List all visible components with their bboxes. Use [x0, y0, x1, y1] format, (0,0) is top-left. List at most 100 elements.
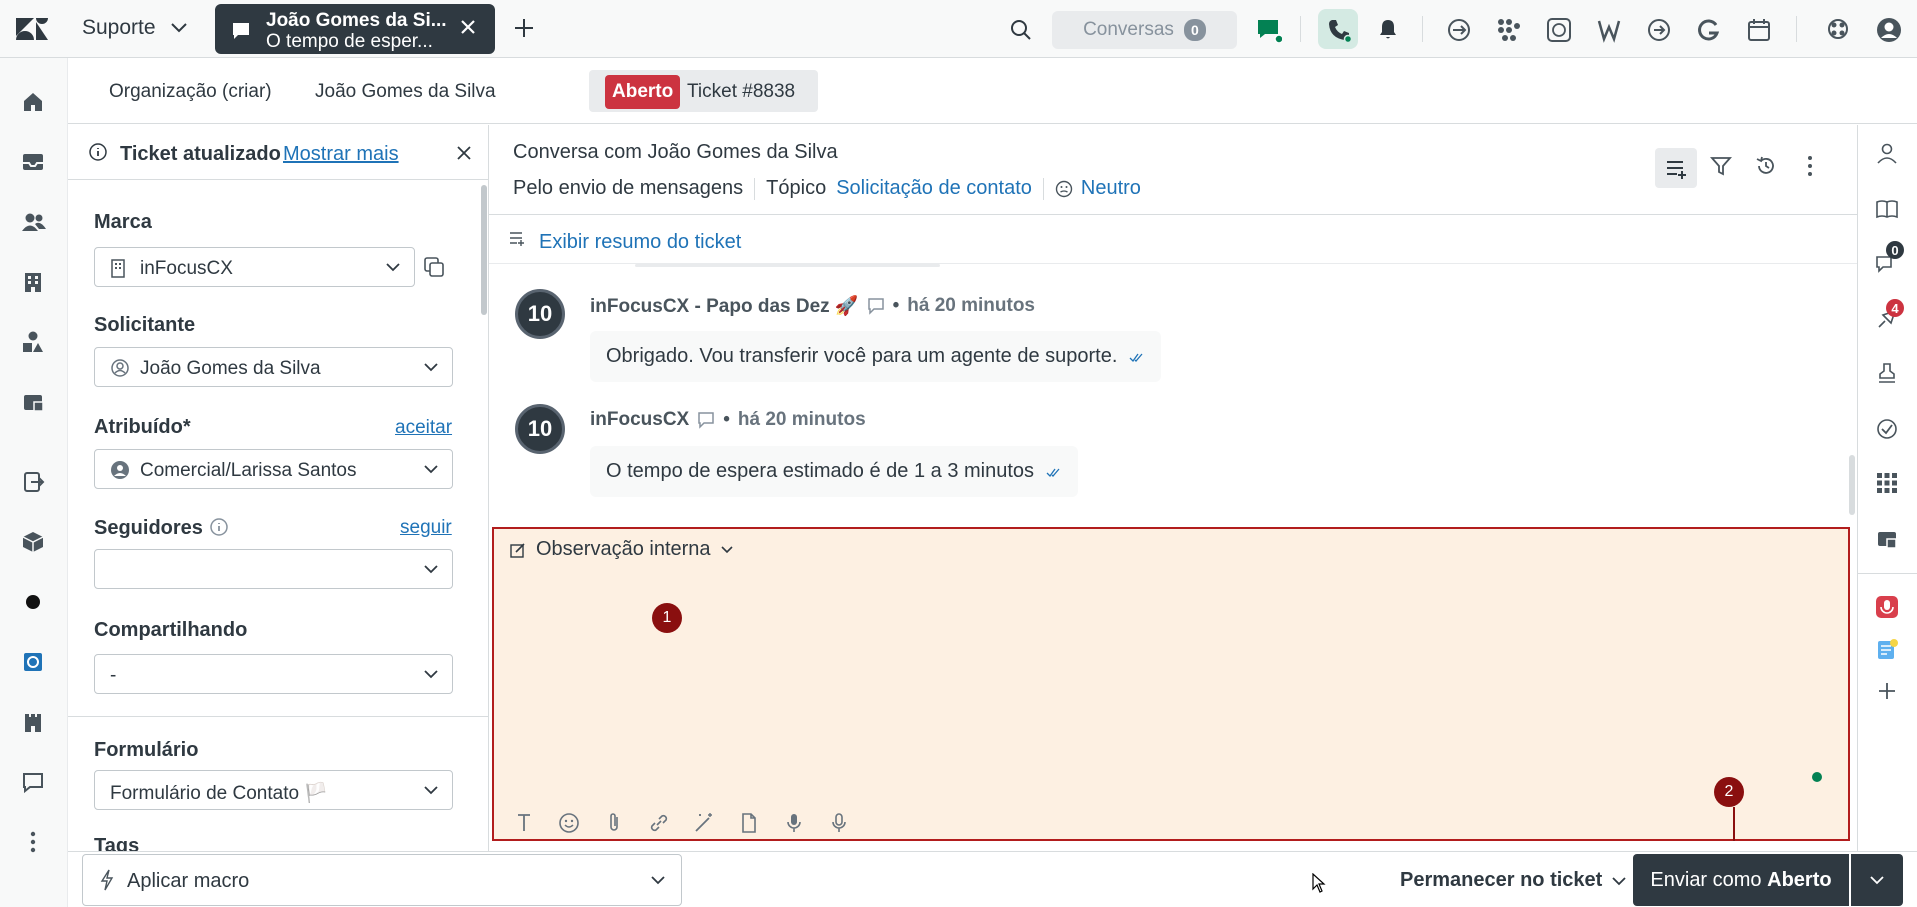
attachment-icon[interactable] [602, 811, 626, 835]
phone-button[interactable] [1318, 9, 1358, 49]
apps-icon[interactable]: 4 [1875, 299, 1904, 333]
brand-select[interactable]: inFocusCX [94, 247, 415, 287]
sentiment-value[interactable]: Neutro [1081, 177, 1141, 200]
followers-select[interactable] [94, 549, 453, 589]
check-circle-icon[interactable] [1875, 417, 1901, 443]
assignee-select[interactable]: Comercial/Larissa Santos [94, 449, 453, 489]
crumb-ticket-tab[interactable]: Aberto Ticket #8838 [589, 70, 818, 112]
views-inbox-icon[interactable] [21, 150, 47, 176]
document-icon[interactable] [737, 811, 761, 835]
conversation-scrollbar[interactable] [1849, 455, 1855, 515]
chats-icon[interactable]: 0 [1875, 241, 1904, 277]
crumb-organization[interactable]: Organização (criar) [109, 81, 272, 103]
notes-app-icon[interactable] [1875, 637, 1901, 663]
message-time: há 20 minutos [737, 409, 866, 430]
dots-app-icon[interactable] [1496, 17, 1520, 41]
organizations-icon[interactable] [21, 270, 47, 296]
form-value: Formulário de Contato 🏳️ [110, 783, 328, 804]
conversation-view-button[interactable] [1655, 148, 1697, 188]
reporting-app-icon[interactable] [1875, 527, 1901, 553]
chevron-down-icon [424, 669, 438, 679]
home-icon[interactable] [21, 90, 47, 116]
show-summary-link[interactable]: Exibir resumo do ticket [539, 231, 741, 254]
composer-mode-select[interactable]: Observação interna [510, 538, 733, 561]
close-icon[interactable] [456, 145, 472, 161]
mouse-cursor-icon [1312, 873, 1326, 893]
form-select[interactable]: Formulário de Contato 🏳️ [94, 770, 453, 810]
ticket-tab[interactable]: João Gomes da Si... O tempo de esper... [215, 4, 495, 54]
sharing-label: Compartilhando [94, 619, 248, 641]
user-profile-icon[interactable] [1875, 141, 1901, 167]
products-grid-icon[interactable] [1826, 17, 1850, 41]
search-icon[interactable] [1010, 19, 1032, 41]
breadcrumb: Organização (criar) João Gomes da Silva … [68, 58, 1917, 124]
avatar[interactable]: 10 [515, 404, 565, 454]
divider [1042, 177, 1044, 200]
comment-app-icon[interactable] [21, 770, 47, 796]
submit-button[interactable]: Enviar como Aberto [1633, 854, 1849, 906]
messaging-status-icon[interactable] [1256, 17, 1282, 43]
knowledge-book-icon[interactable] [1875, 197, 1901, 223]
left-nav [0, 58, 68, 907]
dot-app-icon[interactable] [21, 590, 47, 616]
topic-value[interactable]: Solicitação de contato [836, 177, 1032, 200]
microphone-icon[interactable] [782, 811, 806, 835]
submit-options-button[interactable] [1851, 854, 1903, 906]
link-icon[interactable] [647, 811, 671, 835]
avatar[interactable]: 10 [515, 289, 565, 339]
magic-wand-icon[interactable] [692, 811, 716, 835]
message-author[interactable]: inFocusCX - Papo das Dez 🚀 [590, 294, 859, 318]
box-icon[interactable] [21, 530, 47, 556]
reply-composer[interactable]: Observação interna 1 [492, 527, 1850, 841]
transfer-app-icon[interactable] [1446, 17, 1470, 41]
bell-icon[interactable] [1376, 17, 1400, 41]
avatar [110, 460, 130, 480]
w-app-icon[interactable] [1596, 17, 1621, 43]
add-app-icon[interactable] [1875, 679, 1901, 705]
copy-icon[interactable] [423, 256, 445, 278]
more-vertical-icon[interactable] [1799, 155, 1821, 177]
chevron-down-icon [424, 464, 438, 474]
product-switcher[interactable]: Suporte [82, 16, 188, 40]
user-avatar-icon[interactable] [1876, 17, 1901, 42]
text-format-icon[interactable] [512, 811, 536, 835]
history-icon[interactable] [1755, 155, 1777, 177]
add-tab-icon[interactable] [512, 16, 536, 40]
requester-select[interactable]: João Gomes da Silva [94, 347, 453, 387]
message-text: O tempo de espera estimado é de 1 a 3 mi… [606, 460, 1035, 482]
calendar-app-icon[interactable] [1746, 17, 1770, 41]
reporting-icon[interactable] [21, 390, 47, 416]
blue-app-icon[interactable] [21, 650, 47, 676]
tab-subtitle: O tempo de esper... [266, 31, 433, 52]
shapes-icon[interactable] [21, 330, 47, 356]
panel-scrollbar[interactable] [481, 185, 487, 315]
g-app-icon[interactable] [1696, 17, 1720, 41]
exit-app-icon[interactable] [21, 470, 47, 496]
chevron-down-icon [1870, 876, 1884, 885]
whatsapp-app-icon[interactable] [1546, 17, 1571, 42]
message-author[interactable]: inFocusCX [590, 409, 689, 431]
emoji-icon[interactable] [557, 811, 581, 835]
show-more-link[interactable]: Mostrar mais [283, 143, 399, 166]
accept-link[interactable]: aceitar [395, 417, 452, 439]
info-icon[interactable] [209, 517, 229, 537]
castle-app-icon[interactable] [21, 710, 47, 736]
crumb-requester[interactable]: João Gomes da Silva [315, 81, 496, 103]
voice-note-icon[interactable] [827, 811, 851, 835]
more-vertical-icon[interactable] [21, 830, 47, 856]
app-grid-icon[interactable] [1875, 471, 1901, 497]
audio-app-icon[interactable] [1875, 595, 1901, 621]
forward-app-icon[interactable] [1646, 17, 1670, 41]
conversation-header: Conversa com João Gomes da Silva Pelo en… [489, 125, 1857, 215]
zendesk-logo-icon[interactable] [14, 14, 50, 44]
sharing-select[interactable]: - [94, 654, 453, 694]
divider [1858, 573, 1917, 574]
close-tab-icon[interactable] [459, 18, 477, 36]
stamp-icon[interactable] [1875, 361, 1901, 387]
apply-macro-select[interactable]: Aplicar macro [82, 854, 682, 906]
conversations-button[interactable]: Conversas 0 [1052, 11, 1237, 49]
follow-link[interactable]: seguir [400, 517, 452, 539]
customers-icon[interactable] [21, 210, 47, 236]
stay-on-ticket-select[interactable]: Permanecer no ticket [1400, 869, 1626, 892]
filter-icon[interactable] [1710, 155, 1732, 177]
